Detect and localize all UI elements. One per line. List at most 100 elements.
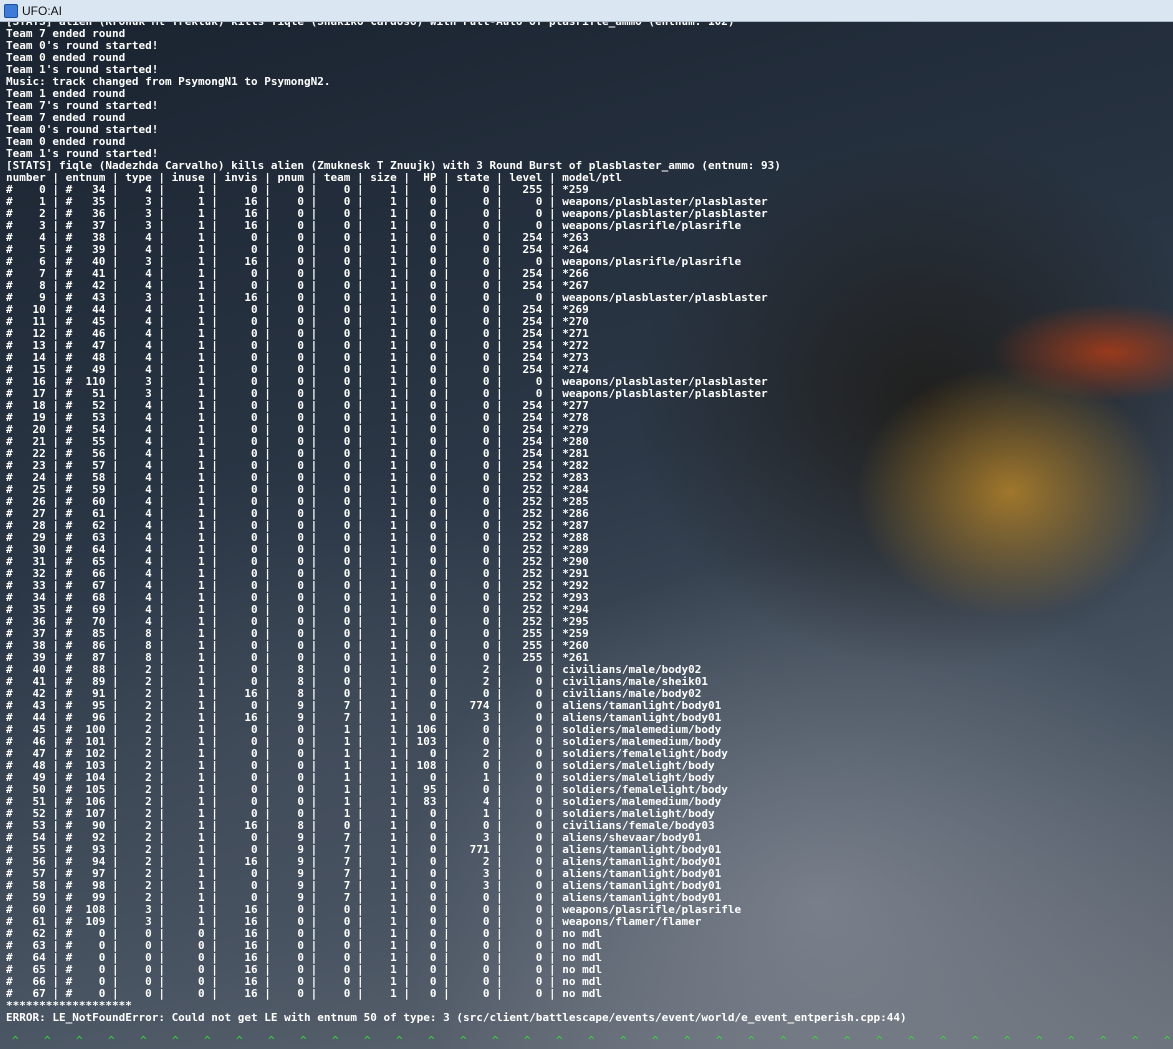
prompt-caret: ^: [332, 1034, 339, 1047]
console-line: # 34 | # 68 | 4 | 1 | 0 | 0 | 0 | 1 | 0 …: [6, 592, 589, 604]
console-line: # 63 | # 0 | 0 | 0 | 16 | 0 | 0 | 1 | 0 …: [6, 940, 603, 952]
prompt-caret: ^: [268, 1034, 275, 1047]
console-line: # 64 | # 0 | 0 | 0 | 16 | 0 | 0 | 1 | 0 …: [6, 952, 603, 964]
console-line: # 33 | # 67 | 4 | 1 | 0 | 0 | 0 | 1 | 0 …: [6, 580, 589, 592]
console-line: # 21 | # 55 | 4 | 1 | 0 | 0 | 0 | 1 | 0 …: [6, 436, 589, 448]
prompt-caret: ^: [1132, 1034, 1139, 1047]
console-line: ERROR: LE_NotFoundError: Could not get L…: [6, 1012, 907, 1024]
console-line: # 20 | # 54 | 4 | 1 | 0 | 0 | 0 | 1 | 0 …: [6, 424, 589, 436]
console-line: Team 0's round started!: [6, 40, 159, 52]
console-line: Team 1's round started!: [6, 148, 159, 160]
console-prompt-row[interactable]: ^ ^ ^ ^ ^ ^ ^ ^ ^ ^ ^ ^ ^ ^ ^ ^ ^ ^ ^ ^ ^ ^ ^ ^ ^ ^ ^ ^ ^ ^ ^ ^ ^ ^ ^ ^ ^: [0, 1032, 1173, 1049]
prompt-caret: ^: [140, 1034, 147, 1047]
console-line: # 23 | # 57 | 4 | 1 | 0 | 0 | 0 | 1 | 0 …: [6, 460, 589, 472]
console-line: # 11 | # 45 | 4 | 1 | 0 | 0 | 0 | 1 | 0 …: [6, 316, 589, 328]
console-line: # 1 | # 35 | 3 | 1 | 16 | 0 | 0 | 1 | 0 …: [6, 196, 768, 208]
console-line: # 28 | # 62 | 4 | 1 | 0 | 0 | 0 | 1 | 0 …: [6, 520, 589, 532]
prompt-caret: ^: [652, 1034, 659, 1047]
console-line: # 54 | # 92 | 2 | 1 | 0 | 9 | 7 | 1 | 0 …: [6, 832, 702, 844]
prompt-caret: ^: [876, 1034, 883, 1047]
console-line: # 66 | # 0 | 0 | 0 | 16 | 0 | 0 | 1 | 0 …: [6, 976, 603, 988]
prompt-caret: ^: [1004, 1034, 1011, 1047]
console-line: # 36 | # 70 | 4 | 1 | 0 | 0 | 0 | 1 | 0 …: [6, 616, 589, 628]
console-output: [STATS] alien (Krohuk Mt Trekluk) kills …: [6, 22, 1166, 1024]
console-line: # 37 | # 85 | 8 | 1 | 0 | 0 | 0 | 1 | 0 …: [6, 628, 589, 640]
game-viewport[interactable]: [STATS] alien (Krohuk Mt Trekluk) kills …: [0, 22, 1173, 1049]
prompt-caret: ^: [908, 1034, 915, 1047]
prompt-caret: ^: [844, 1034, 851, 1047]
console-line: # 60 | # 108 | 3 | 1 | 16 | 0 | 0 | 1 | …: [6, 904, 742, 916]
console-line: # 57 | # 97 | 2 | 1 | 0 | 9 | 7 | 1 | 0 …: [6, 868, 722, 880]
prompt-caret: ^: [588, 1034, 595, 1047]
prompt-caret: ^: [1036, 1034, 1043, 1047]
console-line: # 51 | # 106 | 2 | 1 | 0 | 0 | 1 | 1 | 8…: [6, 796, 722, 808]
console-line: [STATS] fiqle (Nadezhda Carvalho) kills …: [6, 160, 781, 172]
prompt-caret: ^: [748, 1034, 755, 1047]
console-line: # 62 | # 0 | 0 | 0 | 16 | 0 | 0 | 1 | 0 …: [6, 928, 603, 940]
console-line: # 58 | # 98 | 2 | 1 | 0 | 9 | 7 | 1 | 0 …: [6, 880, 722, 892]
prompt-caret: ^: [172, 1034, 179, 1047]
prompt-caret: ^: [1100, 1034, 1107, 1047]
prompt-caret: ^: [108, 1034, 115, 1047]
console-line: # 29 | # 63 | 4 | 1 | 0 | 0 | 0 | 1 | 0 …: [6, 532, 589, 544]
console-line: # 5 | # 39 | 4 | 1 | 0 | 0 | 0 | 1 | 0 |…: [6, 244, 589, 256]
console-line: # 43 | # 95 | 2 | 1 | 0 | 9 | 7 | 1 | 0 …: [6, 700, 722, 712]
prompt-caret: ^: [236, 1034, 243, 1047]
prompt-caret: ^: [620, 1034, 627, 1047]
prompt-caret: ^: [524, 1034, 531, 1047]
console-line: # 6 | # 40 | 3 | 1 | 16 | 0 | 0 | 1 | 0 …: [6, 256, 742, 268]
console-line: # 24 | # 58 | 4 | 1 | 0 | 0 | 0 | 1 | 0 …: [6, 472, 589, 484]
prompt-caret: ^: [76, 1034, 83, 1047]
console-line: # 26 | # 60 | 4 | 1 | 0 | 0 | 0 | 1 | 0 …: [6, 496, 589, 508]
console-line: # 47 | # 102 | 2 | 1 | 0 | 0 | 1 | 1 | 0…: [6, 748, 728, 760]
console-line: # 30 | # 64 | 4 | 1 | 0 | 0 | 0 | 1 | 0 …: [6, 544, 589, 556]
prompt-caret: ^: [972, 1034, 979, 1047]
console-line: *******************: [6, 1000, 132, 1012]
console-line: # 41 | # 89 | 2 | 1 | 0 | 8 | 0 | 1 | 0 …: [6, 676, 708, 688]
console-line: # 53 | # 90 | 2 | 1 | 16 | 8 | 0 | 1 | 0…: [6, 820, 715, 832]
console-line: # 67 | # 0 | 0 | 0 | 16 | 0 | 0 | 1 | 0 …: [6, 988, 603, 1000]
window-titlebar[interactable]: UFO:AI: [0, 0, 1173, 22]
window-title: UFO:AI: [22, 3, 63, 18]
prompt-caret: ^: [44, 1034, 51, 1047]
console-line: # 35 | # 69 | 4 | 1 | 0 | 0 | 0 | 1 | 0 …: [6, 604, 589, 616]
console-line: # 22 | # 56 | 4 | 1 | 0 | 0 | 0 | 1 | 0 …: [6, 448, 589, 460]
prompt-caret: ^: [716, 1034, 723, 1047]
console-line: # 14 | # 48 | 4 | 1 | 0 | 0 | 0 | 1 | 0 …: [6, 352, 589, 364]
prompt-caret: ^: [780, 1034, 787, 1047]
console-line: Team 0 ended round: [6, 52, 126, 64]
prompt-caret: ^: [364, 1034, 371, 1047]
console-line: Team 1's round started!: [6, 64, 159, 76]
console-line: # 16 | # 110 | 3 | 1 | 0 | 0 | 0 | 1 | 0…: [6, 376, 768, 388]
console-line: # 40 | # 88 | 2 | 1 | 0 | 8 | 0 | 1 | 0 …: [6, 664, 702, 676]
console-line: Team 0 ended round: [6, 136, 126, 148]
console-line: Team 7 ended round: [6, 112, 126, 124]
prompt-caret: ^: [428, 1034, 435, 1047]
console-line: Music: track changed from PsymongN1 to P…: [6, 76, 331, 88]
console-line: # 0 | # 34 | 4 | 1 | 0 | 0 | 0 | 1 | 0 |…: [6, 184, 589, 196]
console-line: # 55 | # 93 | 2 | 1 | 0 | 9 | 7 | 1 | 0 …: [6, 844, 722, 856]
console-line: # 7 | # 41 | 4 | 1 | 0 | 0 | 0 | 1 | 0 |…: [6, 268, 589, 280]
console-line: # 42 | # 91 | 2 | 1 | 16 | 8 | 0 | 1 | 0…: [6, 688, 702, 700]
console-line: # 4 | # 38 | 4 | 1 | 0 | 0 | 0 | 1 | 0 |…: [6, 232, 589, 244]
console-line: # 65 | # 0 | 0 | 0 | 16 | 0 | 0 | 1 | 0 …: [6, 964, 603, 976]
console-line: # 48 | # 103 | 2 | 1 | 0 | 0 | 1 | 1 | 1…: [6, 760, 715, 772]
console-line: # 46 | # 101 | 2 | 1 | 0 | 0 | 1 | 1 | 1…: [6, 736, 722, 748]
console-line: # 61 | # 109 | 3 | 1 | 16 | 0 | 0 | 1 | …: [6, 916, 702, 928]
console-line: # 12 | # 46 | 4 | 1 | 0 | 0 | 0 | 1 | 0 …: [6, 328, 589, 340]
console-line: Team 7's round started!: [6, 100, 159, 112]
console-line: # 59 | # 99 | 2 | 1 | 0 | 9 | 7 | 1 | 0 …: [6, 892, 722, 904]
console-line: # 31 | # 65 | 4 | 1 | 0 | 0 | 0 | 1 | 0 …: [6, 556, 589, 568]
console-line: # 3 | # 37 | 3 | 1 | 16 | 0 | 0 | 1 | 0 …: [6, 220, 742, 232]
console-line: # 19 | # 53 | 4 | 1 | 0 | 0 | 0 | 1 | 0 …: [6, 412, 589, 424]
console-line: # 13 | # 47 | 4 | 1 | 0 | 0 | 0 | 1 | 0 …: [6, 340, 589, 352]
console-line: # 45 | # 100 | 2 | 1 | 0 | 0 | 1 | 1 | 1…: [6, 724, 722, 736]
console-line: # 32 | # 66 | 4 | 1 | 0 | 0 | 0 | 1 | 0 …: [6, 568, 589, 580]
console-line: number | entnum | type | inuse | invis |…: [6, 172, 622, 184]
console-line: # 44 | # 96 | 2 | 1 | 16 | 9 | 7 | 1 | 0…: [6, 712, 722, 724]
console-line: # 15 | # 49 | 4 | 1 | 0 | 0 | 0 | 1 | 0 …: [6, 364, 589, 376]
prompt-caret: ^: [396, 1034, 403, 1047]
prompt-caret: ^: [300, 1034, 307, 1047]
prompt-caret: ^: [940, 1034, 947, 1047]
prompt-caret: ^: [460, 1034, 467, 1047]
